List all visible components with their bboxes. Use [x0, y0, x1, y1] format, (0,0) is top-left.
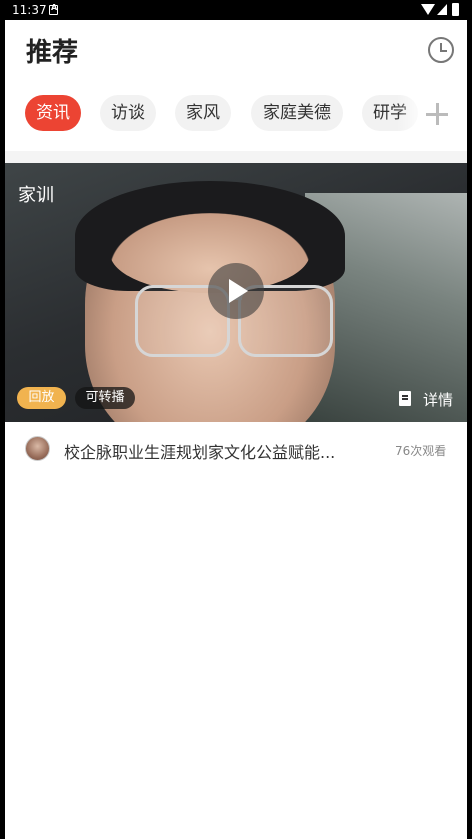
- status-time: 11:37: [12, 3, 47, 17]
- status-bar: 11:37: [5, 0, 467, 20]
- tabs-fade: [397, 95, 427, 135]
- replay-badge: 回放: [17, 387, 66, 409]
- video-overlay-label: 家训: [18, 185, 54, 206]
- document-icon: [399, 391, 411, 406]
- wifi-icon: [421, 4, 435, 15]
- tab-interview[interactable]: 访谈: [100, 95, 156, 131]
- video-player[interactable]: 家训 回放 可转播 详情: [5, 163, 467, 422]
- notification-icon: [49, 3, 58, 15]
- tab-family-style[interactable]: 家风: [175, 95, 231, 131]
- view-count: 76次观看: [395, 444, 447, 458]
- forwardable-badge: 可转播: [75, 387, 135, 409]
- avatar[interactable]: [25, 436, 50, 461]
- play-icon[interactable]: [208, 263, 264, 319]
- video-info-row[interactable]: 校企脉职业生涯规划家文化公益赋能... 76次观看: [5, 425, 467, 473]
- signal-icon: [437, 4, 447, 15]
- video-title[interactable]: 校企脉职业生涯规划家文化公益赋能...: [64, 439, 364, 463]
- category-tabs: 资讯 访谈 家风 家庭美德 研学: [5, 95, 467, 135]
- plus-icon[interactable]: [426, 103, 448, 125]
- app-screen: 11:37 推荐 资讯 访谈 家风 家庭美德 研学 家训 回放 可转播 详情: [5, 0, 467, 839]
- page-title: 推荐: [26, 38, 79, 68]
- history-clock-icon[interactable]: [428, 37, 454, 63]
- tab-news[interactable]: 资讯: [25, 95, 81, 131]
- battery-icon: [452, 3, 459, 16]
- detail-label: 详情: [423, 391, 454, 409]
- section-divider: [5, 151, 467, 163]
- tab-family-virtue[interactable]: 家庭美德: [251, 95, 343, 131]
- page-header: 推荐: [5, 20, 467, 84]
